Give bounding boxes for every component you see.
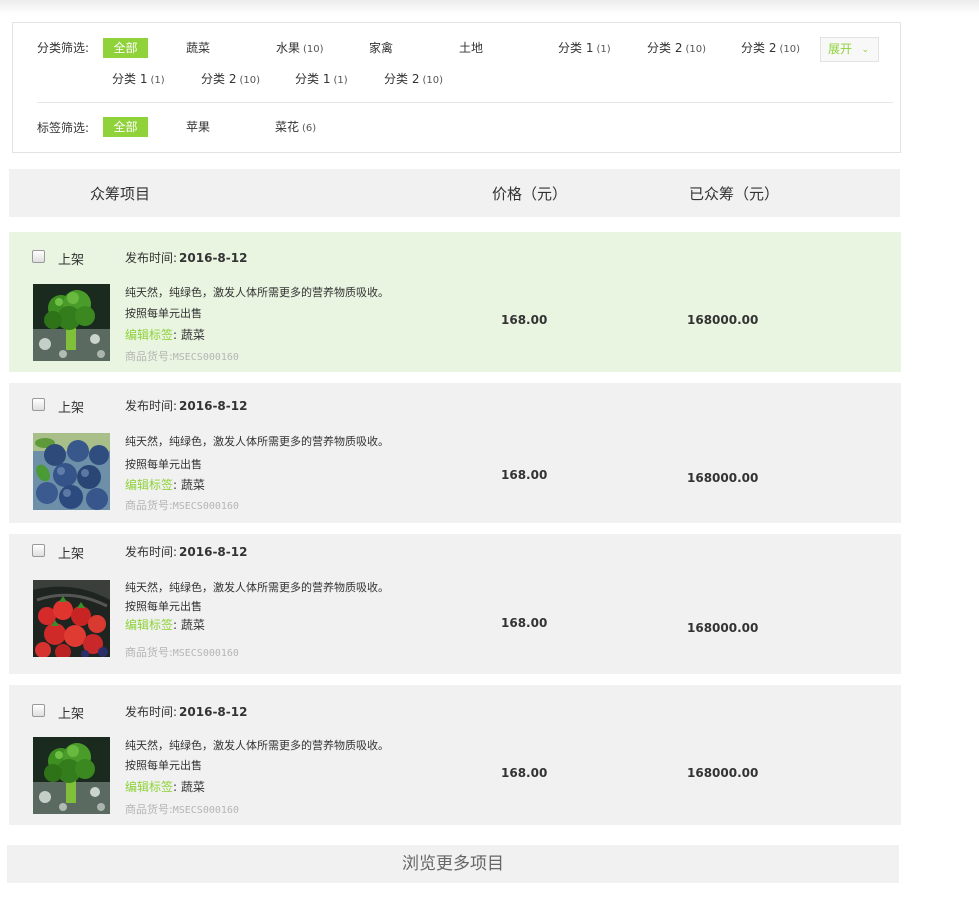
- tag-chip-apple[interactable]: 苹果: [186, 117, 210, 137]
- category-chip-class2[interactable]: 分类 2 (10): [741, 38, 800, 60]
- edit-tag-link[interactable]: 编辑标签: [125, 780, 173, 794]
- publish-date: 发布时间: 2016-8-12: [125, 545, 248, 559]
- raised-amount: 168000.00: [687, 766, 759, 780]
- project-row[interactable]: 上架 发布时间: 2016-8-12 纯天然，纯绿色，激发人体所需更多的营养物质吸…: [9, 534, 901, 674]
- category-chip-class1[interactable]: 分类 1 (1): [295, 69, 348, 91]
- edit-tag-link[interactable]: 编辑标签: [125, 618, 173, 632]
- tag-line: 编辑标签: 蔬菜: [125, 328, 205, 342]
- category-chip-class1[interactable]: 分类 1 (1): [112, 69, 165, 91]
- tag-chip-cauliflower[interactable]: 菜花 (6): [275, 117, 316, 139]
- product-description: 纯天然，纯绿色，激发人体所需更多的营养物质吸收。: [125, 581, 389, 594]
- edit-tag-link[interactable]: 编辑标签: [125, 328, 173, 342]
- product-description: 纯天然，纯绿色，激发人体所需更多的营养物质吸收。: [125, 286, 389, 299]
- product-description: 纯天然，纯绿色，激发人体所需更多的营养物质吸收。: [125, 739, 389, 752]
- expand-button[interactable]: 展开 ⌄: [820, 37, 879, 62]
- filter-divider: [37, 102, 893, 103]
- price-value: 168.00: [501, 616, 548, 630]
- sale-unit: 按照每单元出售: [125, 458, 202, 471]
- product-sku: 商品货号:MSECS000160: [125, 499, 239, 512]
- category-chip-class2[interactable]: 分类 2 (10): [201, 69, 260, 91]
- status-label: 上架: [58, 707, 85, 722]
- raised-amount: 168000.00: [687, 621, 759, 635]
- tag-filter-label: 标签筛选:: [37, 121, 90, 135]
- category-chip-poultry[interactable]: 家禽: [369, 38, 393, 58]
- column-header-project: 众筹项目: [90, 185, 151, 203]
- publish-date: 发布时间: 2016-8-12: [125, 399, 248, 413]
- top-shadow-bar: [0, 0, 979, 14]
- product-thumbnail-broccoli[interactable]: [33, 737, 110, 814]
- tag-line: 编辑标签: 蔬菜: [125, 618, 205, 632]
- category-filter-label: 分类筛选:: [37, 41, 90, 55]
- category-chip-class2[interactable]: 分类 2 (10): [647, 38, 706, 60]
- price-value: 168.00: [501, 766, 548, 780]
- tag-line: 编辑标签: 蔬菜: [125, 780, 205, 794]
- category-chip-all[interactable]: 全部: [103, 38, 148, 58]
- status-label: 上架: [58, 253, 85, 268]
- browse-more-button[interactable]: 浏览更多项目: [7, 845, 899, 883]
- project-row[interactable]: 上架 发布时间: 2016-8-12 纯天然，纯绿色，激发人体所需更多的营养物质吸…: [9, 232, 901, 372]
- raised-amount: 168000.00: [687, 471, 759, 485]
- product-sku: 商品货号:MSECS000160: [125, 350, 239, 363]
- list-header: 众筹项目 价格（元） 已众筹（元）: [9, 169, 900, 217]
- row-checkbox[interactable]: [32, 398, 45, 411]
- row-checkbox[interactable]: [32, 544, 45, 557]
- category-chip-land[interactable]: 土地: [459, 38, 483, 58]
- project-row[interactable]: 上架 发布时间: 2016-8-12 纯天然，纯绿色，激发人体所需更多的营养物质吸…: [9, 383, 901, 523]
- status-label: 上架: [58, 547, 85, 562]
- raised-amount: 168000.00: [687, 313, 759, 327]
- sale-unit: 按照每单元出售: [125, 600, 202, 613]
- category-chip-class1[interactable]: 分类 1 (1): [558, 38, 611, 60]
- tag-chip-all[interactable]: 全部: [103, 117, 148, 137]
- product-thumbnail-blueberries[interactable]: [33, 433, 110, 510]
- product-description: 纯天然，纯绿色，激发人体所需更多的营养物质吸收。: [125, 435, 389, 448]
- sale-unit: 按照每单元出售: [125, 307, 202, 320]
- category-chip-class2[interactable]: 分类 2 (10): [384, 69, 443, 91]
- filter-panel: 分类筛选: 全部 蔬菜 水果 (10) 家禽 土地 分类 1 (1) 分类 2 (10…: [12, 22, 901, 153]
- sale-unit: 按照每单元出售: [125, 759, 202, 772]
- price-value: 168.00: [501, 468, 548, 482]
- row-checkbox[interactable]: [32, 704, 45, 717]
- price-value: 168.00: [501, 313, 548, 327]
- edit-tag-link[interactable]: 编辑标签: [125, 478, 173, 492]
- tag-line: 编辑标签: 蔬菜: [125, 478, 205, 492]
- row-checkbox[interactable]: [32, 250, 45, 263]
- product-thumbnail-broccoli[interactable]: [33, 284, 110, 361]
- publish-date: 发布时间: 2016-8-12: [125, 251, 248, 265]
- project-row[interactable]: 上架 发布时间: 2016-8-12 纯天然，纯绿色，激发人体所需更多的营养物质吸…: [9, 685, 901, 825]
- category-chip-fruit[interactable]: 水果 (10): [276, 38, 324, 60]
- chevron-down-icon: ⌄: [861, 45, 869, 55]
- status-label: 上架: [58, 401, 85, 416]
- product-sku: 商品货号:MSECS000160: [125, 646, 239, 659]
- product-sku: 商品货号:MSECS000160: [125, 803, 239, 816]
- publish-date: 发布时间: 2016-8-12: [125, 705, 248, 719]
- product-thumbnail-strawberries[interactable]: [33, 580, 110, 657]
- column-header-price: 价格（元）: [492, 185, 568, 203]
- column-header-raised: 已众筹（元）: [689, 185, 780, 203]
- category-chip-vegetables[interactable]: 蔬菜: [186, 38, 210, 58]
